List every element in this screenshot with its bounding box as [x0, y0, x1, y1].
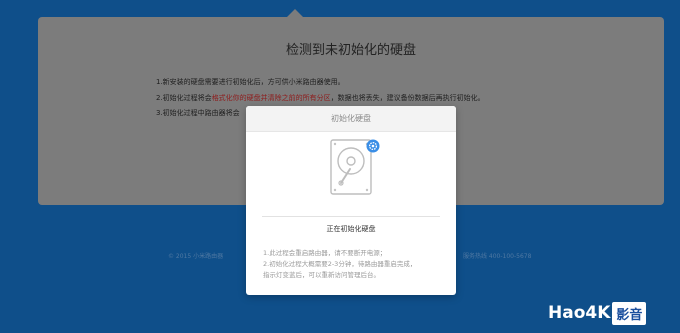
progress-status: 正在初始化硬盘 [326, 225, 376, 233]
info-line-2-pre: 2.初始化过程将会 [156, 94, 212, 102]
dialog-header: 初始化硬盘 [246, 106, 456, 132]
watermark-main: Hao4K [548, 303, 611, 323]
info-line-2: 2.初始化过程将会格式化你的硬盘并清除之前的所有分区，数据也将丢失，建议备份数据… [156, 93, 485, 103]
dialog-title: 初始化硬盘 [331, 114, 371, 123]
footer-hotline: 服务热线 400-100-5678 [463, 253, 532, 260]
watermark: Hao4K 影音 [548, 300, 647, 326]
note-line-2: 2.初始化过程大概需要2-3分钟，待路由器重启完成， [263, 260, 417, 268]
footer-copyright: © 2015 小米路由器 [168, 253, 224, 260]
dialog-notes: 1.此过程会重启路由器，请不要断开电源； 2.初始化过程大概需要2-3分钟，待路… [263, 248, 443, 281]
note-line-1: 1.此过程会重启路由器，请不要断开电源； [263, 249, 387, 257]
info-line-1: 1.新安装的硬盘需要进行初始化后，方可供小米路由器使用。 [156, 78, 345, 86]
page-title: 检测到未初始化的硬盘 [285, 43, 416, 58]
info-line-3: 3.初始化过程中路由器将会 [156, 109, 240, 117]
gear-icon [366, 139, 380, 153]
info-line-2-post: ，数据也将丢失，建议备份数据后再执行初始化。 [330, 94, 485, 102]
initialize-disk-dialog: 初始化硬盘 正在初始化硬盘 1.此过程会重启路由器，请不要断开电源； 2.初始化… [246, 106, 456, 295]
warning-text: 格式化你的硬盘并清除之前的所有分区 [211, 94, 331, 102]
card-pointer [287, 9, 303, 17]
dialog-divider [262, 216, 440, 217]
note-line-3: 指示灯变蓝后，可以重新访问管理后台。 [263, 271, 380, 279]
watermark-sub: 影音 [612, 301, 647, 325]
